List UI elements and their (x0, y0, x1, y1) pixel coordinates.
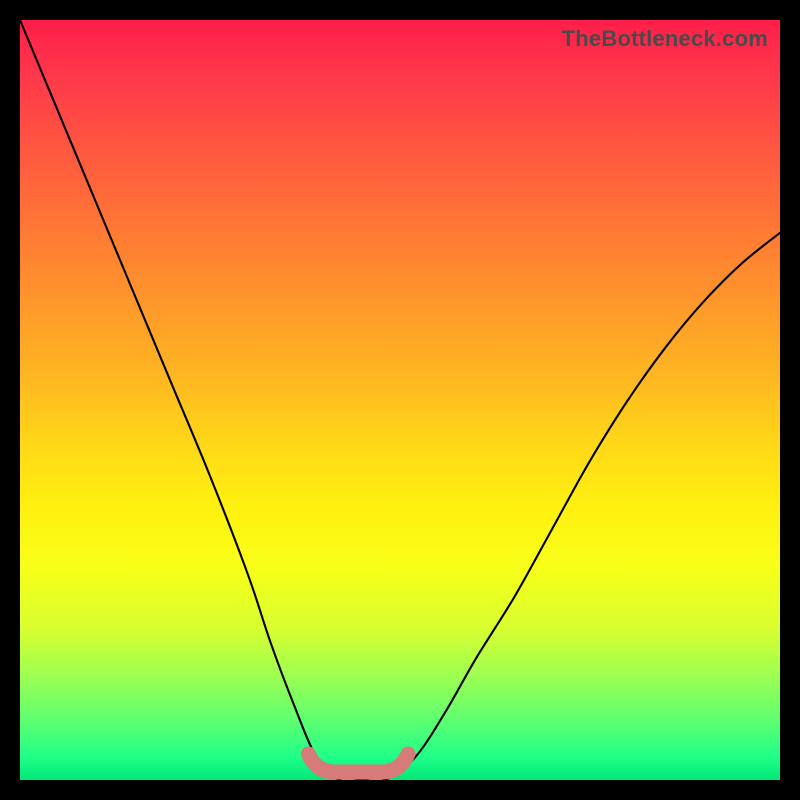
curve-path (20, 20, 780, 780)
bottleneck-curve (20, 20, 780, 780)
flat-highlight (308, 754, 408, 772)
chart-plot-area: TheBottleneck.com (20, 20, 780, 780)
chart-frame: TheBottleneck.com (10, 10, 790, 790)
